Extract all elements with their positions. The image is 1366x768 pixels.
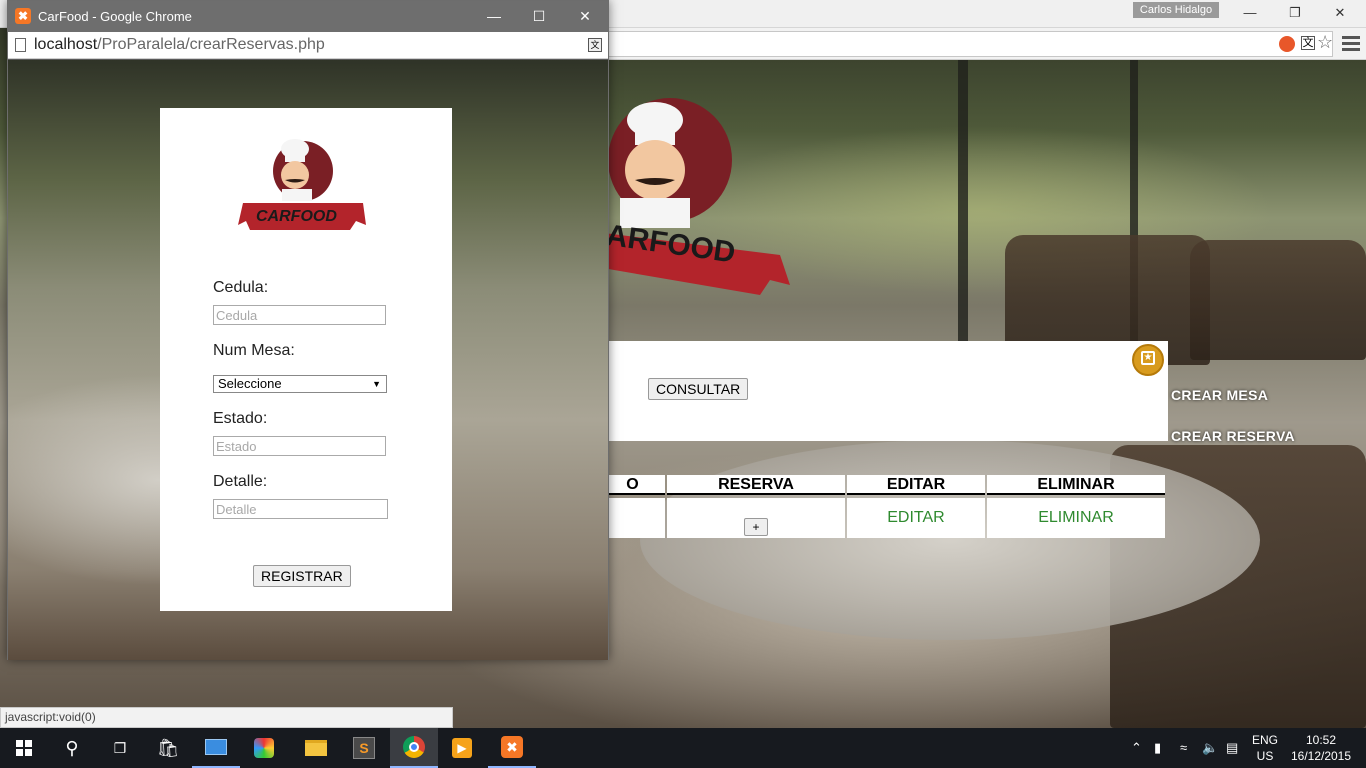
xampp-taskbar-icon[interactable]: ✖ [488,728,536,768]
control-panel-icon[interactable] [192,728,240,768]
task-view-icon[interactable]: ❐ [96,728,144,768]
extension-icon[interactable] [1279,36,1295,52]
edit-link[interactable]: EDITAR [847,498,985,538]
bookmark-star-icon[interactable]: ☆ [1317,32,1333,53]
language-top: ENG [1252,733,1279,747]
logo-text: CARFOOD [256,208,337,225]
table-header-cell: ELIMINAR [987,475,1165,495]
clock[interactable]: 10:52 16/12/2015 [1288,728,1354,768]
reservation-form: CARFOOD Cedula: Num Mesa: Seleccione ▼ E… [160,108,452,611]
clock-date: 16/12/2015 [1290,749,1352,763]
delete-link[interactable]: ELIMINAR [987,498,1165,538]
page-icon [15,38,26,52]
popup-url[interactable]: localhost/ProParalela/crearReservas.php [34,36,325,54]
volume-icon[interactable]: 🔈 [1202,740,1218,756]
chrome-icon[interactable] [390,728,438,768]
translate-icon[interactable]: 文 [1301,36,1315,50]
table-header-cell: O [600,475,665,495]
show-hidden-icons[interactable]: ⌃ [1131,740,1142,756]
language-indicator[interactable]: ENG US [1252,728,1278,768]
start-button[interactable] [0,728,48,768]
estado-label: Estado: [213,410,268,427]
detalle-label: Detalle: [213,473,268,490]
status-bar: javascript:void(0) [0,707,453,728]
wifi-icon[interactable]: ≈ [1180,740,1187,755]
bg-address-bar[interactable]: 文 ☆ [608,31,1333,57]
xampp-icon: ✖ [15,8,31,24]
translate-icon[interactable]: 文 [588,38,602,52]
close-icon[interactable]: ✕ [575,7,595,25]
close-icon[interactable]: ✕ [1328,4,1352,22]
table-header-cell: EDITAR [847,475,985,495]
popup-window: ✖ CarFood - Google Chrome — ☐ ✕ localhos… [7,0,609,660]
file-explorer-icon[interactable] [292,728,340,768]
user-profile-badge[interactable]: Carlos Hidalgo [1133,2,1219,18]
star-badge-icon[interactable]: ★ [1132,344,1164,376]
popup-window-title: CarFood - Google Chrome [38,9,192,24]
bg-browser-toolbar: 文 ☆ [600,28,1366,60]
dropdown-arrow-icon: ▼ [372,379,381,389]
url-host: localhost [34,36,98,53]
popup-address-bar[interactable]: localhost/ProParalela/crearReservas.php … [8,32,608,59]
num-mesa-label: Num Mesa: [213,342,295,359]
cedula-input[interactable] [213,305,386,325]
battery-icon[interactable]: ▮ [1154,740,1161,756]
store-icon[interactable]: 🛍 [144,728,192,768]
search-panel: CONSULTAR ★ [600,341,1168,441]
estado-input[interactable] [213,436,386,456]
bg-table [640,440,1260,640]
clock-time: 10:52 [1305,733,1337,747]
media-player-icon[interactable]: ▶ [438,728,486,768]
minimize-icon[interactable]: — [1238,4,1262,22]
table-header-cell: RESERVA [667,475,845,495]
search-icon[interactable]: ⚲ [48,728,96,768]
detalle-input[interactable] [213,499,388,519]
paint-icon[interactable] [240,728,288,768]
windows-logo-icon [16,740,32,756]
popup-titlebar[interactable]: ✖ CarFood - Google Chrome — ☐ ✕ [8,1,608,32]
crear-reserva-link[interactable]: CREAR RESERVA [1171,428,1295,444]
num-mesa-selected: Seleccione [218,376,282,391]
sublime-text-icon[interactable]: S [340,728,388,768]
minimize-icon[interactable]: — [484,7,504,25]
taskbar: ⚲ ❐ 🛍 S ▶ ✖ ⌃ ▮ ≈ 🔈 ▤ ENG US 10:52 16/12… [0,728,1366,768]
add-reservation-button[interactable]: + [744,518,768,536]
registrar-button[interactable]: REGISTRAR [253,565,351,587]
language-bottom: US [1256,749,1274,763]
table-cell: + [667,498,845,538]
chrome-menu-icon[interactable] [1342,33,1360,53]
url-path: /ProParalela/crearReservas.php [97,36,325,53]
bg-chair [1190,240,1366,360]
notifications-icon[interactable]: ▤ [1226,740,1238,756]
popup-page: CARFOOD Cedula: Num Mesa: Seleccione ▼ E… [8,60,608,660]
restore-icon[interactable]: ❐ [1283,4,1307,22]
num-mesa-select[interactable]: Seleccione ▼ [213,375,387,393]
maximize-icon[interactable]: ☐ [529,7,549,25]
cedula-label: Cedula: [213,279,269,296]
consultar-button[interactable]: CONSULTAR [648,378,749,400]
table-cell [600,498,665,538]
crear-mesa-link[interactable]: CREAR MESA [1171,387,1268,403]
carfood-logo: CARFOOD [238,139,366,230]
